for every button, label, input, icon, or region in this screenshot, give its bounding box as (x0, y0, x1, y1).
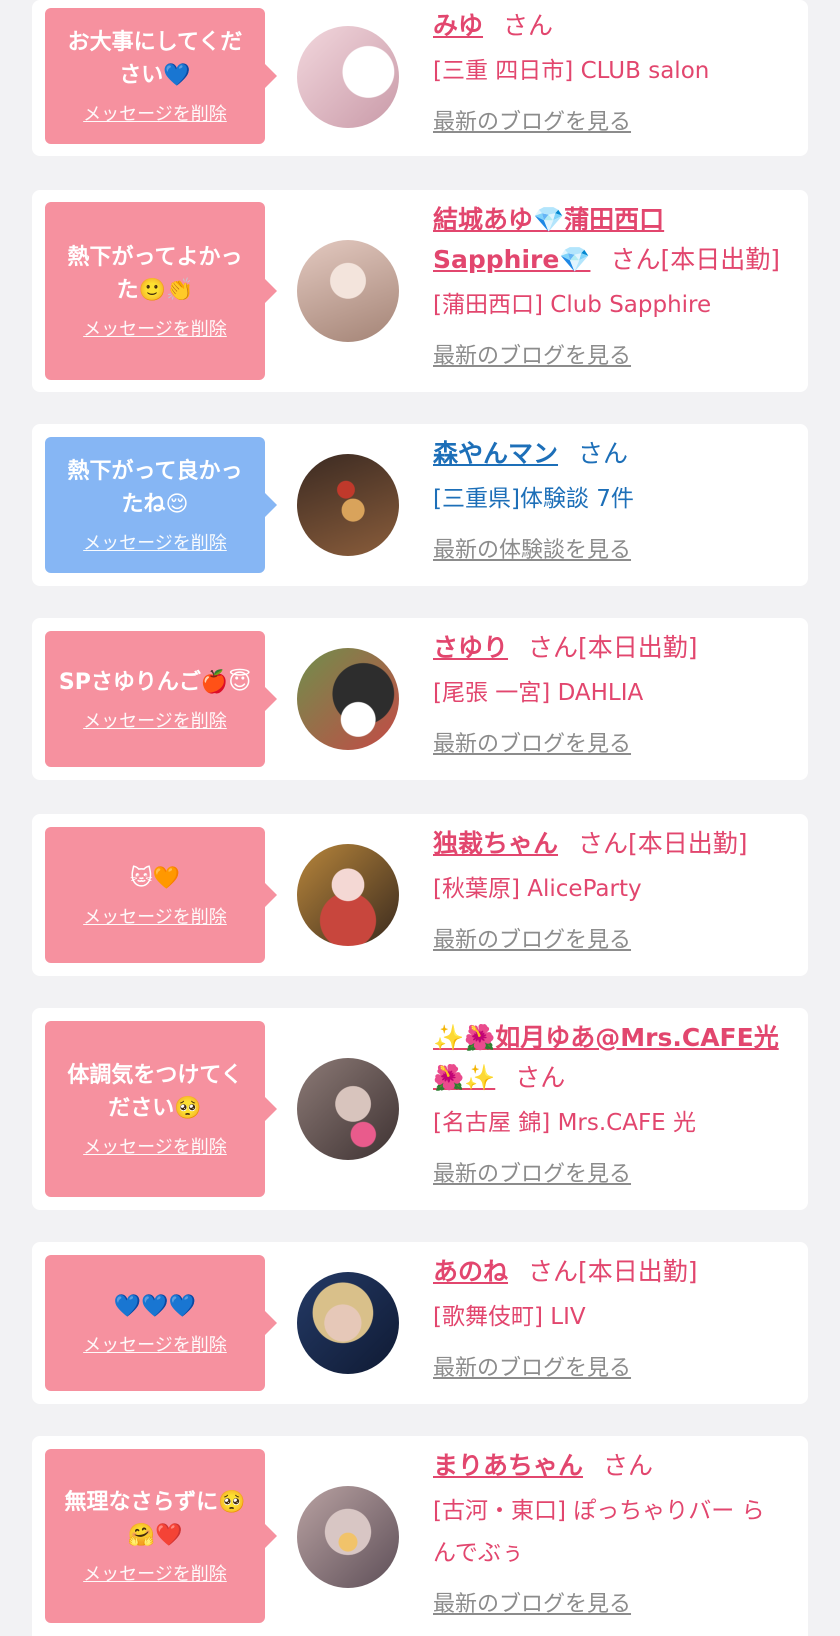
sender-name-link[interactable]: ✨🌺如月ゆあ@Mrs.CAFE光🌺✨ (433, 1023, 779, 1092)
avatar[interactable] (297, 1486, 399, 1588)
message-bubble: 💙💙💙 メッセージを削除 (45, 1255, 277, 1391)
message-text: 無理なさらずに🥺🤗❤️ (64, 1490, 246, 1548)
message-card: 🐱🧡 メッセージを削除 独裁ちゃん さん[本日出勤] [秋葉原] AlicePar… (32, 814, 808, 976)
delete-message-link[interactable]: メッセージを削除 (83, 100, 227, 126)
sender-info: まりあちゃん さん [古河・東口] ぽっちゃりバー らんでぶぅ 最新のブログを見る (433, 1446, 786, 1618)
sender-suffix: さん[本日出勤] (528, 633, 698, 662)
message-card: 無理なさらずに🥺🤗❤️ メッセージを削除 まりあちゃん さん [古河・東口] ぽっ… (32, 1436, 808, 1636)
sender-suffix: さん (503, 11, 554, 40)
message-card: 熱下がってよかった🙂👏 メッセージを削除 結城あゆ💎蒲田西口Sapphire💎 さ… (32, 190, 808, 392)
shop-label: [秋葉原] AliceParty (433, 876, 642, 902)
sender-suffix: さん[本日出勤] (528, 1257, 698, 1286)
avatar[interactable] (297, 1272, 399, 1374)
latest-blog-link[interactable]: 最新のブログを見る (433, 338, 631, 370)
avatar[interactable] (297, 844, 399, 946)
sender-line: 独裁ちゃん さん[本日出勤] (433, 824, 786, 864)
sender-info: さゆり さん[本日出勤] [尾張 一宮] DAHLIA 最新のブログを見る (433, 628, 786, 758)
sender-line: みゆ さん (433, 6, 786, 46)
message-card: SPさゆりんご🍎😇 メッセージを削除 さゆり さん[本日出勤] [尾張 一宮] D… (32, 618, 808, 780)
sender-line: 森やんマン さん (433, 434, 786, 474)
sender-line: 結城あゆ💎蒲田西口Sapphire💎 さん[本日出勤] (433, 200, 786, 280)
message-card: 熱下がって良かったね😌 メッセージを削除 森やんマン さん [三重県]体験談 7件… (32, 424, 808, 586)
message-card: お大事にしてください💙 メッセージを削除 みゆ さん [三重 四日市] CLUB … (32, 0, 808, 156)
message-text: 体調気をつけてください🥺 (67, 1063, 243, 1121)
sender-name-link[interactable]: 森やんマン (433, 439, 558, 468)
shop-label: [尾張 一宮] DAHLIA (433, 680, 644, 706)
latest-review-link[interactable]: 最新の体験談を見る (433, 532, 631, 564)
sender-line: まりあちゃん さん (433, 1446, 786, 1486)
message-card: 💙💙💙 メッセージを削除 あのね さん[本日出勤] [歌舞伎町] LIV 最新のブ… (32, 1242, 808, 1404)
sender-suffix: さん (603, 1451, 654, 1480)
sender-name-link[interactable]: あのね (433, 1257, 508, 1286)
shop-label: [三重 四日市] CLUB salon (433, 58, 710, 84)
latest-blog-link[interactable]: 最新のブログを見る (433, 104, 631, 136)
avatar[interactable] (297, 648, 399, 750)
shop-label: [蒲田西口] Club Sapphire (433, 292, 712, 318)
latest-blog-link[interactable]: 最新のブログを見る (433, 1350, 631, 1382)
latest-blog-link[interactable]: 最新のブログを見る (433, 1156, 631, 1188)
delete-message-link[interactable]: メッセージを削除 (83, 1560, 227, 1586)
message-card: 体調気をつけてください🥺 メッセージを削除 ✨🌺如月ゆあ@Mrs.CAFE光🌺✨… (32, 1008, 808, 1210)
message-bubble: 無理なさらずに🥺🤗❤️ メッセージを削除 (45, 1449, 277, 1623)
message-text: お大事にしてください💙 (67, 30, 243, 88)
avatar[interactable] (297, 26, 399, 128)
sender-name-link[interactable]: まりあちゃん (433, 1451, 583, 1480)
sender-info: あのね さん[本日出勤] [歌舞伎町] LIV 最新のブログを見る (433, 1252, 786, 1382)
sender-name-link[interactable]: さゆり (433, 633, 508, 662)
sender-info: 独裁ちゃん さん[本日出勤] [秋葉原] AliceParty 最新のブログを見る (433, 824, 786, 954)
sender-suffix: さん (578, 439, 629, 468)
delete-message-link[interactable]: メッセージを削除 (83, 707, 227, 733)
avatar[interactable] (297, 1058, 399, 1160)
message-list: お大事にしてください💙 メッセージを削除 みゆ さん [三重 四日市] CLUB … (0, 0, 840, 1636)
sender-line: あのね さん[本日出勤] (433, 1252, 786, 1292)
latest-blog-link[interactable]: 最新のブログを見る (433, 1586, 631, 1618)
message-text: 熱下がって良かったね😌 (67, 459, 243, 517)
sender-suffix: さん[本日出勤] (578, 829, 748, 858)
sender-suffix: さん (515, 1063, 566, 1092)
sender-info: 森やんマン さん [三重県]体験談 7件 最新の体験談を見る (433, 434, 786, 564)
message-bubble: 熱下がって良かったね😌 メッセージを削除 (45, 437, 277, 573)
delete-message-link[interactable]: メッセージを削除 (83, 1331, 227, 1357)
message-text: SPさゆりんご🍎😇 (58, 669, 252, 695)
message-bubble: 🐱🧡 メッセージを削除 (45, 827, 277, 963)
shop-label: [古河・東口] ぽっちゃりバー らんでぶぅ (433, 1498, 765, 1566)
delete-message-link[interactable]: メッセージを削除 (83, 315, 227, 341)
delete-message-link[interactable]: メッセージを削除 (83, 529, 227, 555)
sender-line: さゆり さん[本日出勤] (433, 628, 786, 668)
shop-label: [歌舞伎町] LIV (433, 1304, 586, 1330)
latest-blog-link[interactable]: 最新のブログを見る (433, 726, 631, 758)
message-text: 🐱🧡 (129, 865, 181, 891)
avatar[interactable] (297, 454, 399, 556)
shop-label: [名古屋 錦] Mrs.CAFE 光 (433, 1110, 697, 1136)
sender-info: ✨🌺如月ゆあ@Mrs.CAFE光🌺✨ さん [名古屋 錦] Mrs.CAFE 光 … (433, 1018, 786, 1188)
message-text: 熱下がってよかった🙂👏 (67, 245, 243, 303)
sender-line: ✨🌺如月ゆあ@Mrs.CAFE光🌺✨ さん (433, 1018, 786, 1098)
message-bubble: 体調気をつけてください🥺 メッセージを削除 (45, 1021, 277, 1197)
message-bubble: SPさゆりんご🍎😇 メッセージを削除 (45, 631, 277, 767)
message-bubble: 熱下がってよかった🙂👏 メッセージを削除 (45, 202, 277, 380)
sender-suffix: さん[本日出勤] (610, 245, 780, 274)
delete-message-link[interactable]: メッセージを削除 (83, 903, 227, 929)
delete-message-link[interactable]: メッセージを削除 (83, 1133, 227, 1159)
sender-info: みゆ さん [三重 四日市] CLUB salon 最新のブログを見る (433, 6, 786, 136)
avatar[interactable] (297, 240, 399, 342)
sender-name-link[interactable]: みゆ (433, 11, 483, 40)
message-bubble: お大事にしてください💙 メッセージを削除 (45, 8, 277, 144)
latest-blog-link[interactable]: 最新のブログを見る (433, 922, 631, 954)
sender-info: 結城あゆ💎蒲田西口Sapphire💎 さん[本日出勤] [蒲田西口] Club S… (433, 200, 786, 370)
message-text: 💙💙💙 (113, 1293, 197, 1319)
shop-label: [三重県]体験談 7件 (433, 486, 634, 512)
sender-name-link[interactable]: 独裁ちゃん (433, 829, 558, 858)
